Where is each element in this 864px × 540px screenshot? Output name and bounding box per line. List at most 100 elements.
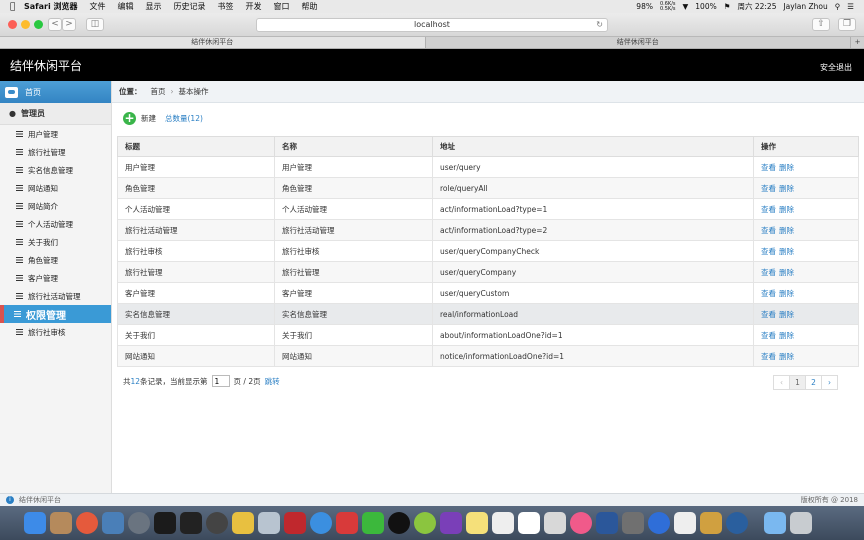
menu-help[interactable]: 帮助	[302, 1, 318, 12]
sidebar-home[interactable]: 首页	[0, 81, 111, 103]
screen-share-icon[interactable]	[336, 512, 358, 534]
delete-link[interactable]: 删除	[779, 226, 794, 235]
trash-icon[interactable]	[790, 512, 812, 534]
tab-2[interactable]: 结伴休闲平台	[426, 37, 851, 48]
sidebar-item[interactable]: 客户管理	[0, 269, 111, 287]
delete-link[interactable]: 删除	[779, 331, 794, 340]
sidebar-item[interactable]: 权限管理	[0, 305, 111, 323]
breadcrumb-home[interactable]: 首页	[151, 86, 166, 97]
baidu-netdisk-icon[interactable]	[648, 512, 670, 534]
folder-icon[interactable]	[764, 512, 786, 534]
view-link[interactable]: 查看	[761, 310, 776, 319]
camera-icon[interactable]	[726, 512, 748, 534]
database-icon[interactable]	[258, 512, 280, 534]
back-button[interactable]: <	[48, 18, 62, 31]
close-window-button[interactable]	[8, 20, 17, 29]
address-bar[interactable]: localhost ↻	[256, 18, 608, 32]
new-tab-button[interactable]: +	[851, 37, 864, 48]
apple-icon[interactable]: 	[10, 2, 24, 12]
forward-button[interactable]: >	[62, 18, 76, 31]
menu-edit[interactable]: 编辑	[118, 1, 134, 12]
page-2-button[interactable]: 2	[805, 375, 822, 390]
sidebar-item[interactable]: 旅行社管理	[0, 143, 111, 161]
view-link[interactable]: 查看	[761, 331, 776, 340]
qq-icon[interactable]	[388, 512, 410, 534]
menu-bookmarks[interactable]: 书签	[218, 1, 234, 12]
delete-link[interactable]: 删除	[779, 352, 794, 361]
sidebar-item[interactable]: 网站通知	[0, 179, 111, 197]
share-icon[interactable]: ⇧	[812, 18, 830, 31]
delete-link[interactable]: 删除	[779, 163, 794, 172]
preview-icon[interactable]	[102, 512, 124, 534]
ftp-icon[interactable]	[232, 512, 254, 534]
sidebar-item[interactable]: 旅行社审核	[0, 323, 111, 341]
reload-icon[interactable]: ↻	[596, 19, 603, 31]
sidebar-item[interactable]: 用户管理	[0, 125, 111, 143]
delete-link[interactable]: 删除	[779, 289, 794, 298]
clock[interactable]: 周六 22:25	[737, 1, 776, 12]
menu-view[interactable]: 显示	[146, 1, 162, 12]
view-link[interactable]: 查看	[761, 352, 776, 361]
prev-page-button[interactable]: ‹	[773, 375, 790, 390]
sidebar-item[interactable]: 旅行社活动管理	[0, 287, 111, 305]
menu-history[interactable]: 历史记录	[174, 1, 206, 12]
new-button[interactable]: 新建	[141, 113, 156, 124]
menu-develop[interactable]: 开发	[246, 1, 262, 12]
word-icon[interactable]	[596, 512, 618, 534]
view-link[interactable]: 查看	[761, 163, 776, 172]
view-link[interactable]: 查看	[761, 205, 776, 214]
tab-1[interactable]: 结伴休闲平台	[0, 37, 426, 48]
photos-icon[interactable]	[76, 512, 98, 534]
sublime-icon[interactable]	[700, 512, 722, 534]
sidebar-admin-heading[interactable]: ● 管理员	[0, 103, 111, 125]
launchpad-icon[interactable]	[128, 512, 150, 534]
sidebar-item[interactable]: 网站简介	[0, 197, 111, 215]
flag-icon[interactable]: ⚑	[724, 2, 731, 11]
wechat-icon[interactable]	[362, 512, 384, 534]
view-link[interactable]: 查看	[761, 184, 776, 193]
delete-link[interactable]: 删除	[779, 247, 794, 256]
wifi-icon[interactable]: ▼	[683, 2, 689, 11]
battery-level[interactable]: 100%	[695, 2, 716, 11]
notes-app-icon[interactable]	[50, 512, 72, 534]
delete-link[interactable]: 删除	[779, 205, 794, 214]
delete-link[interactable]: 删除	[779, 184, 794, 193]
logout-link[interactable]: 安全退出	[820, 62, 852, 73]
jump-link[interactable]: 跳转	[265, 376, 280, 387]
page-1-button[interactable]: 1	[789, 375, 806, 390]
next-page-button[interactable]: ›	[821, 375, 838, 390]
reminders-icon[interactable]	[492, 512, 514, 534]
system-prefs-icon[interactable]	[544, 512, 566, 534]
page-number-input[interactable]	[211, 375, 230, 387]
menu-file[interactable]: 文件	[90, 1, 106, 12]
sidebar-item[interactable]: 关于我们	[0, 233, 111, 251]
text-edit-icon[interactable]	[674, 512, 696, 534]
sidebar-item[interactable]: 实名信息管理	[0, 161, 111, 179]
delete-link[interactable]: 删除	[779, 310, 794, 319]
sidebar-item[interactable]: 个人活动管理	[0, 215, 111, 233]
sidebar-toggle-icon[interactable]: ◫	[86, 18, 104, 31]
user-name[interactable]: Jaylan Zhou	[783, 2, 827, 11]
browser-icon[interactable]	[414, 512, 436, 534]
terminal-app-icon[interactable]	[206, 512, 228, 534]
axure-rp-icon[interactable]	[440, 512, 462, 534]
menu-safari[interactable]: Safari 浏览器	[24, 1, 78, 12]
view-link[interactable]: 查看	[761, 247, 776, 256]
calendar-icon[interactable]	[518, 512, 540, 534]
zoom-window-button[interactable]	[34, 20, 43, 29]
view-link[interactable]: 查看	[761, 268, 776, 277]
sidebar-item[interactable]: 角色管理	[0, 251, 111, 269]
add-icon[interactable]: +	[123, 112, 136, 125]
view-link[interactable]: 查看	[761, 226, 776, 235]
intellij-icon[interactable]	[180, 512, 202, 534]
finder-icon[interactable]	[24, 512, 46, 534]
redis-icon[interactable]	[284, 512, 306, 534]
itunes-icon[interactable]	[570, 512, 592, 534]
delete-link[interactable]: 删除	[779, 268, 794, 277]
search-icon[interactable]: ⚲	[835, 2, 841, 11]
menu-list-icon[interactable]: ☰	[847, 2, 854, 11]
pycharm-icon[interactable]	[154, 512, 176, 534]
settings-icon[interactable]	[622, 512, 644, 534]
minimize-window-button[interactable]	[21, 20, 30, 29]
safari-icon[interactable]	[310, 512, 332, 534]
